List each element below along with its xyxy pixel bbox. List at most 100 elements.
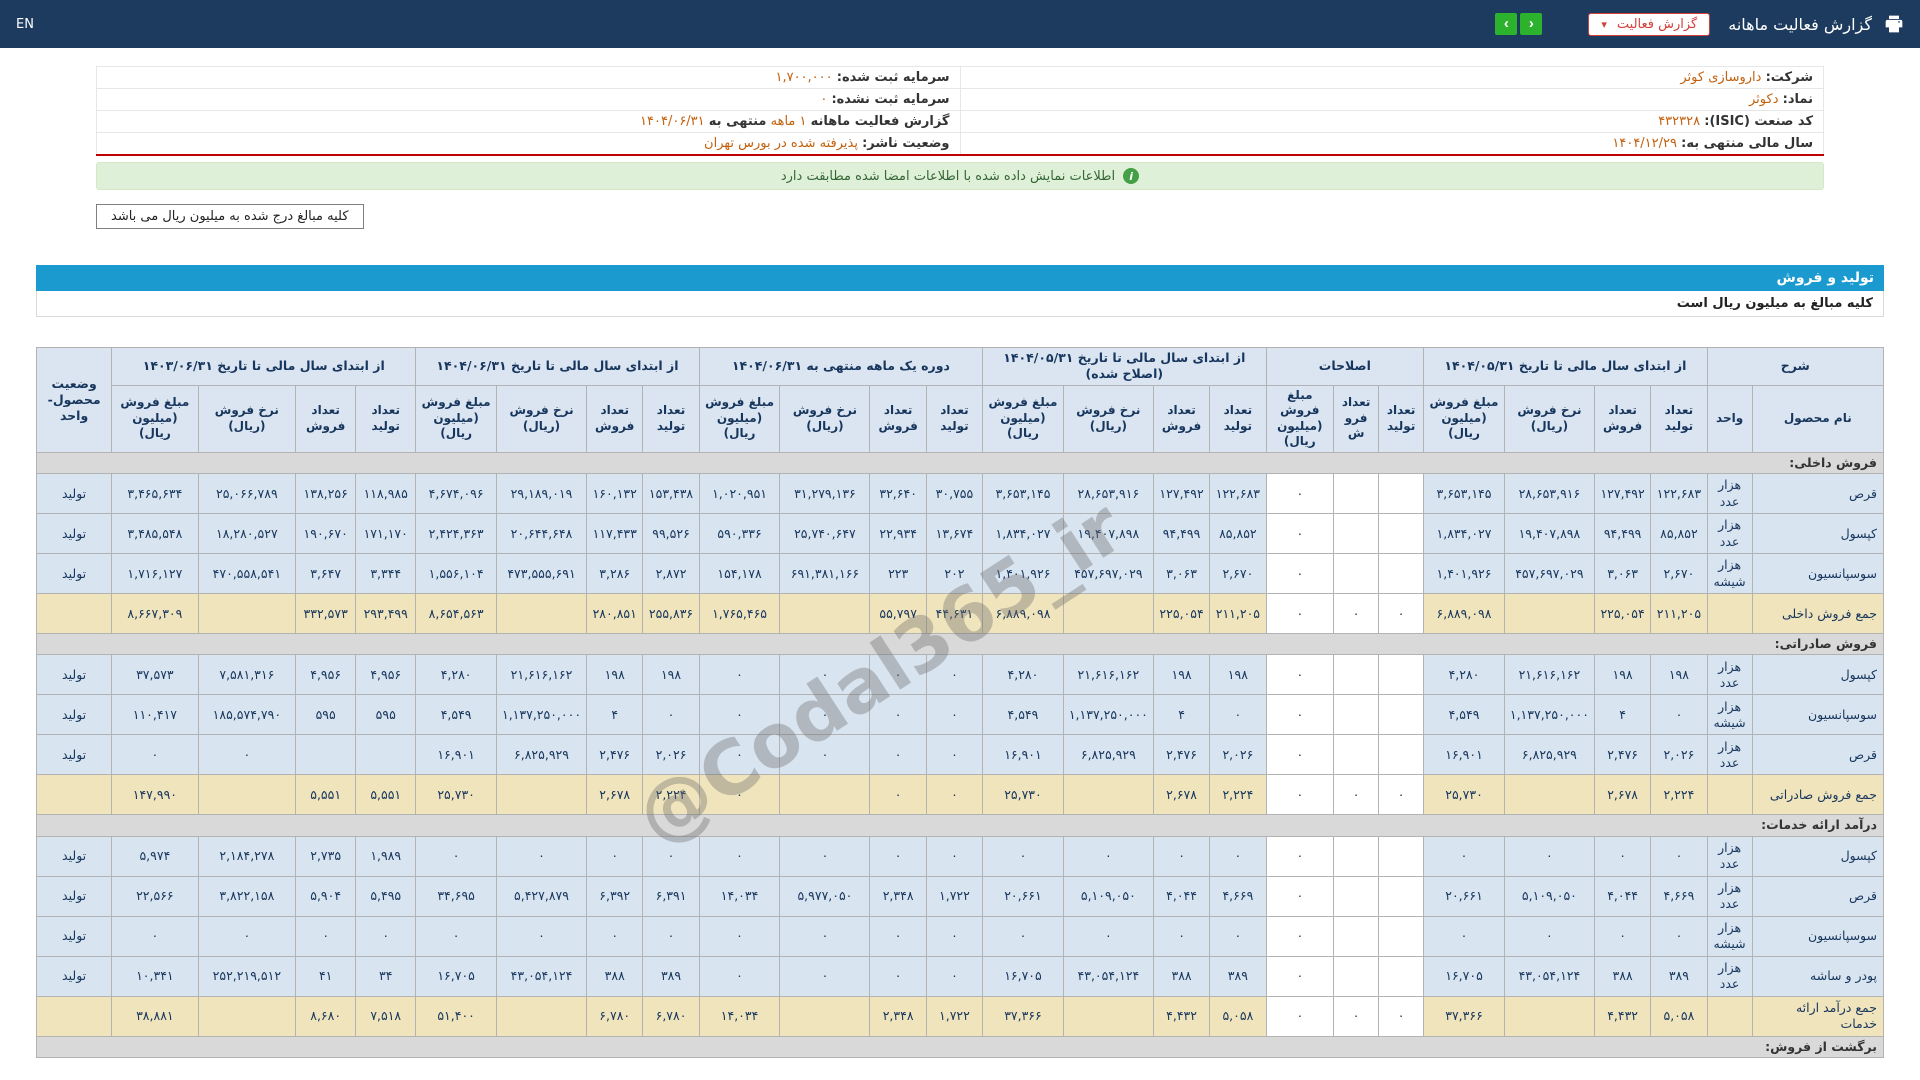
adjustment-cell: ۰: [1265, 774, 1335, 816]
value-cell: ۰: [698, 835, 781, 877]
value-cell: ۰: [869, 955, 927, 997]
value-cell: ۷,۵۸۱,۳۱۶: [197, 654, 297, 696]
unregistered-capital-value: ۰: [820, 92, 828, 107]
product-status: تولید: [35, 915, 113, 957]
product-row: قرص هزار عدد ۱۲۲,۶۸۳ ۱۲۷,۴۹۲ ۲۸,۶۵۳,۹۱۶ ۳,۶۵۳…: [35, 473, 1885, 515]
value-cell: ۲,۰۲۶: [642, 734, 700, 776]
value-cell: [1503, 593, 1595, 635]
value-cell: ۲,۴۷۶: [1152, 734, 1211, 776]
registered-capital-label: سرمایه ثبت شده:: [836, 70, 950, 85]
value-cell: ۵,۱۰۹,۰۵۰: [1062, 875, 1154, 917]
product-name: پودر و ساشه: [1751, 955, 1885, 997]
unit-cell: [1706, 995, 1753, 1037]
value-cell: ۶,۷۸۰: [642, 995, 700, 1037]
value-cell: ۶۹۱,۳۸۱,۱۶۶: [779, 553, 871, 595]
value-cell: ۵,۹۰۴: [295, 875, 357, 917]
value-cell: ۰: [779, 654, 871, 696]
adjustment-cell: ۰: [1378, 995, 1425, 1037]
value-cell: ۳,۸۲۲,۱۵۸: [197, 875, 297, 917]
column-header-status: وضعیت محصول-واحد: [35, 347, 113, 453]
info-row: نماد: دکوثر سرمایه ثبت نشده: ۰: [96, 88, 1824, 111]
value-cell: [495, 593, 588, 635]
product-name: سوسپانسیون: [1751, 915, 1885, 957]
value-cell: ۳۸۹: [1650, 955, 1708, 997]
product-status: تولید: [35, 875, 113, 917]
value-cell: ۰: [1650, 915, 1708, 957]
adjustment-cell: [1378, 915, 1425, 957]
value-cell: ۴۵۷,۶۹۷,۰۲۹: [1062, 553, 1154, 595]
value-cell: ۳,۰۶۳: [1152, 553, 1211, 595]
value-cell: ۲۵,۰۶۶,۷۸۹: [197, 473, 297, 515]
unit-cell: هزار شیشه: [1706, 915, 1753, 957]
value-cell: ۱۶,۹۰۱: [1423, 734, 1505, 776]
column-group-ytd-current: از ابتدای سال مالی تا تاریخ ۱۴۰۴/۰۶/۳۱: [415, 347, 700, 386]
value-cell: ۰: [869, 774, 927, 816]
adjustment-cell: ۰: [1265, 734, 1335, 776]
value-cell: ۰: [1423, 835, 1505, 877]
total-row: جمع فروش صادراتی ۲,۲۲۴ ۲,۶۷۸ ۲۵,۷۳۰ ۰ ۰ ۰ ۲,۲۲۴…: [35, 774, 1885, 816]
value-cell: ۲۱,۶۱۶,۱۶۲: [495, 654, 588, 696]
value-cell: ۰: [1152, 835, 1211, 877]
value-cell: [495, 774, 588, 816]
value-cell: ۴۷۳,۵۵۵,۶۹۱: [495, 553, 588, 595]
product-row: کپسول هزار عدد ۱۹۸ ۱۹۸ ۲۱,۶۱۶,۱۶۲ ۴,۲۸۰ ۰ ۱۹۸ ۱۹…: [35, 654, 1885, 696]
value-cell: ۰: [1503, 915, 1595, 957]
value-cell: ۲,۶۷۸: [1152, 774, 1211, 816]
column-header: مبلغ فروش (میلیون ریال): [111, 384, 199, 453]
table-body: فروش داخلی: قرص هزار عدد ۱۲۲,۶۸۳ ۱۲۷,۴۹۲ ۲۸,۶…: [35, 451, 1885, 1058]
value-cell: ۱۶,۷۰۵: [415, 955, 497, 997]
adjustment-cell: ۰: [1265, 995, 1335, 1037]
value-cell: ۵۹۵: [295, 694, 357, 736]
value-cell: [1062, 774, 1154, 816]
value-cell: [197, 995, 297, 1037]
value-cell: ۲۱۱,۲۰۵: [1650, 593, 1708, 635]
report-type-dropdown[interactable]: گزارش فعالیت ▾: [1588, 12, 1711, 36]
total-row: جمع فروش داخلی ۲۱۱,۲۰۵ ۲۲۵,۰۵۴ ۶,۸۸۹,۰۹۸ ۰ ۰ ۰…: [35, 593, 1885, 635]
adjustment-cell: ۰: [1265, 513, 1335, 555]
value-cell: ۲۲,۹۳۴: [869, 513, 927, 555]
adjustment-cell: ۰: [1265, 654, 1335, 696]
adjustment-cell: [1378, 875, 1425, 917]
value-cell: ۲,۲۲۴: [1650, 774, 1708, 816]
info-row: کد صنعت (ISIC): ۴۳۲۳۲۸ گزارش فعالیت ماها…: [96, 110, 1824, 133]
value-cell: ۲,۱۸۴,۲۷۸: [197, 835, 297, 877]
value-cell: ۴۳,۰۵۴,۱۲۴: [495, 955, 588, 997]
value-cell: ۱۶,۷۰۵: [982, 955, 1064, 997]
info-row: سال مالی منتهی به: ۱۴۰۴/۱۲/۲۹ وضعیت ناشر…: [96, 132, 1824, 156]
value-cell: ۲,۶۷۰: [1650, 553, 1708, 595]
value-cell: ۱۹۸: [586, 654, 644, 696]
value-cell: ۳۷,۳۶۶: [1423, 995, 1505, 1037]
value-cell: ۰: [698, 774, 781, 816]
adjustment-cell: ۰: [1333, 593, 1380, 635]
next-report-button[interactable]: ‹: [1520, 13, 1543, 35]
value-cell: ۰: [925, 694, 984, 736]
language-toggle-en[interactable]: EN: [16, 17, 34, 32]
value-cell: ۱۸۵,۵۷۴,۷۹۰: [197, 694, 297, 736]
info-icon: i: [1123, 168, 1140, 184]
value-cell: ۶,۳۹۲: [586, 875, 644, 917]
value-cell: ۱۰,۳۴۱: [111, 955, 199, 997]
total-row: جمع درآمد ارائه خدمات ۵,۰۵۸ ۴,۴۳۲ ۳۷,۳۶۶ ۰ ۰ ۰…: [35, 995, 1885, 1037]
value-cell: ۲۸,۶۵۳,۹۱۶: [1503, 473, 1595, 515]
value-cell: ۱,۹۸۹: [355, 835, 417, 877]
report-period-suffix-label: منتهی به: [708, 114, 767, 129]
column-header: نرخ فروش (ریال): [779, 384, 871, 453]
value-cell: ۴,۵۴۹: [1423, 694, 1505, 736]
signed-data-notice: i اطلاعات نمایش داده شده با اطلاعات امضا…: [96, 162, 1824, 190]
product-row: سوسپانسیون هزار شیشه ۰ ۰ ۰ ۰ ۰ ۰ ۰ ۰ ۰ ۰ ۰ ۰ ۰ ۰ ۰ ۰ ۰ ۰ ۰ ۰ ۰…: [35, 915, 1885, 957]
value-cell: ۱۹۸: [642, 654, 700, 696]
adjustment-cell: ۰: [1333, 995, 1380, 1037]
value-cell: ۰: [982, 835, 1064, 877]
column-header: تعداد تولید: [1378, 384, 1425, 453]
value-cell: ۱۶,۷۰۵: [1423, 955, 1505, 997]
print-icon[interactable]: [1884, 14, 1904, 34]
value-cell: [355, 734, 417, 776]
company-label: شرکت:: [1765, 70, 1813, 85]
value-cell: ۱۳۸,۲۵۶: [295, 473, 357, 515]
value-cell: ۶,۳۹۱: [642, 875, 700, 917]
value-cell: ۰: [698, 734, 781, 776]
value-cell: ۰: [698, 915, 781, 957]
adjustment-cell: [1333, 875, 1380, 917]
value-cell: ۱۵۳,۴۳۸: [642, 473, 700, 515]
prev-report-button[interactable]: ›: [1495, 13, 1518, 35]
